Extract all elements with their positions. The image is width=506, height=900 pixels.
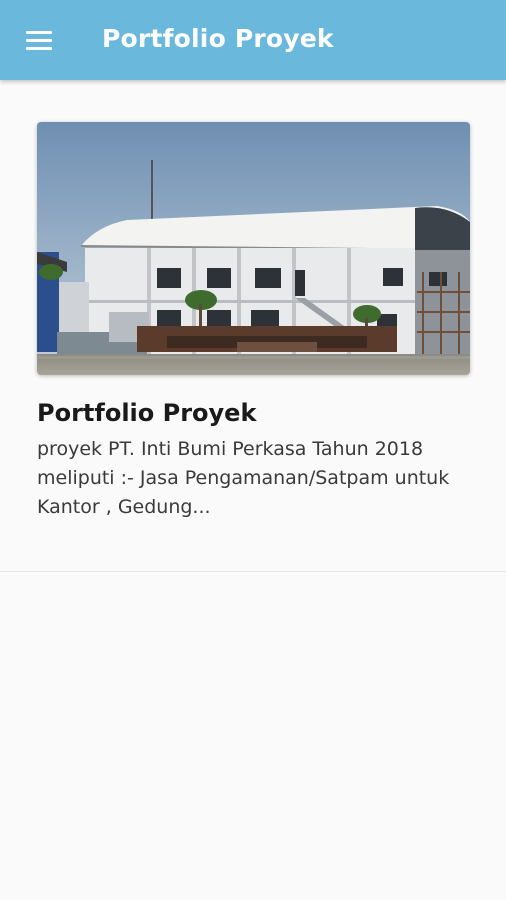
building-photo [37,122,470,375]
hamburger-menu-icon[interactable] [20,22,60,58]
project-thumbnail-image[interactable] [37,122,470,375]
app-bar: Portfolio Proyek [0,0,506,80]
page-title: Portfolio Proyek [102,24,334,53]
card-description: proyek PT. Inti Bumi Perkasa Tahun 2018 … [37,438,450,518]
card-title: Portfolio Proyek [37,399,257,427]
menu-bar-line [26,46,52,50]
portfolio-card[interactable]: Portfolio Proyek proyek PT. Inti Bumi Pe… [0,80,506,572]
menu-bar-line [26,30,52,34]
menu-bar-line [26,38,52,42]
